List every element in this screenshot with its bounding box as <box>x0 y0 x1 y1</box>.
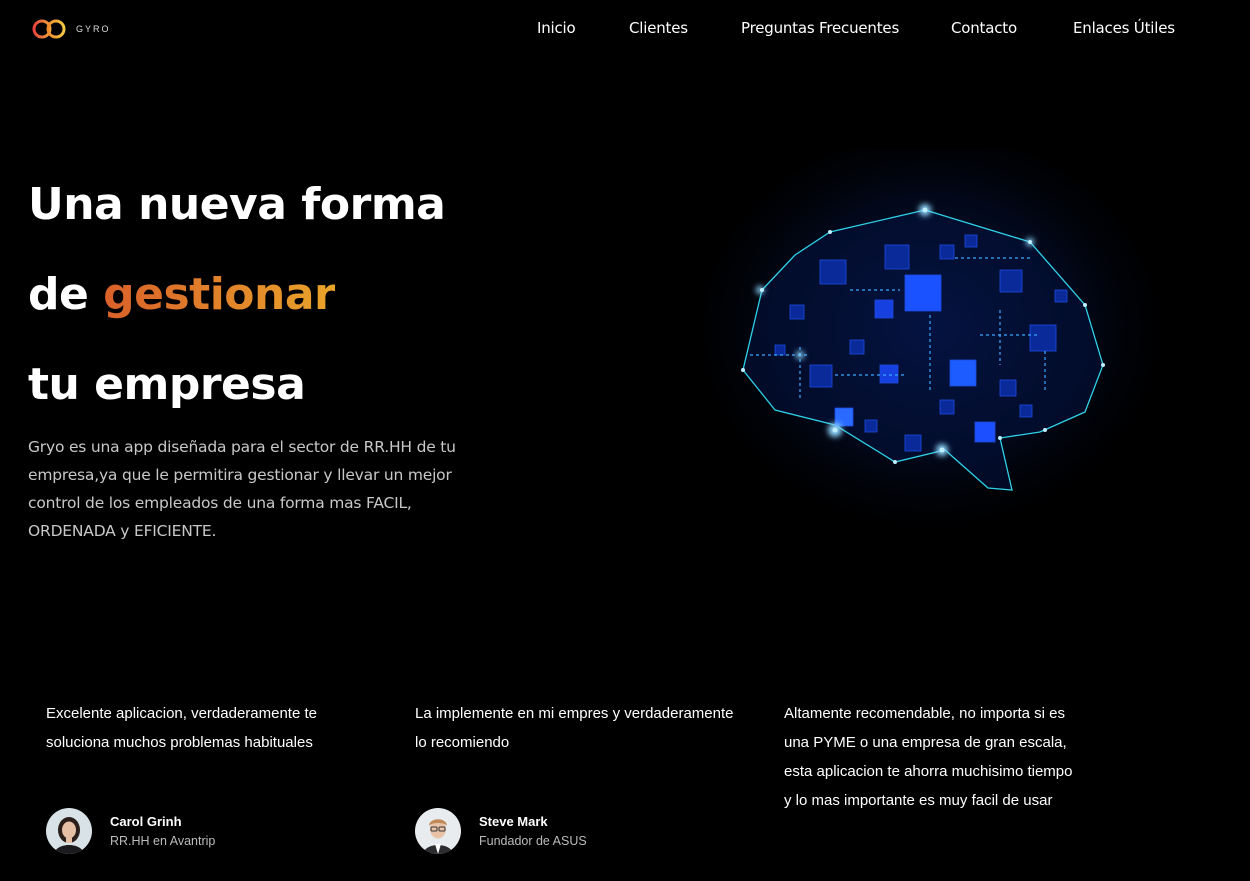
user-avatar-icon <box>46 808 92 854</box>
testimonial-quote: Excelente aplicacion, verdaderamente te … <box>46 705 317 751</box>
main-nav: Inicio Clientes Preguntas Frecuentes Con… <box>0 19 1250 39</box>
nav-link-inicio[interactable]: Inicio <box>537 19 576 37</box>
author-role: RR.HH en Avantrip <box>110 834 216 848</box>
hero-title-line-1: Una nueva forma <box>28 179 446 230</box>
testimonial-card-1: Excelente aplicacion, verdaderamente te … <box>46 699 366 757</box>
avatar <box>415 808 461 854</box>
nav-link-enlaces-utiles[interactable]: Enlaces Útiles <box>1073 19 1175 37</box>
hero-title-accent: gestionar <box>103 269 336 320</box>
avatar <box>46 808 92 854</box>
hero-title-line-2: de gestionar <box>28 250 445 340</box>
testimonial-card-2: La implemente en mi empres y verdaderame… <box>415 699 735 757</box>
user-avatar-icon <box>415 808 461 854</box>
testimonial-card-3: Altamente recomendable, no importa si es… <box>784 699 1076 815</box>
hero-title-prefix: de <box>28 269 104 320</box>
author-role: Fundador de ASUS <box>479 834 587 848</box>
circuit-brain-illustration-icon <box>700 150 1160 535</box>
nav-link-clientes[interactable]: Clientes <box>629 19 688 37</box>
hero-title: Una nueva forma de gestionar tu empresa <box>28 160 446 430</box>
testimonial-quote: Altamente recomendable, no importa si es… <box>784 705 1073 809</box>
testimonial-author-1: Carol Grinh RR.HH en Avantrip <box>46 808 215 854</box>
testimonial-author-2: Steve Mark Fundador de ASUS <box>415 808 587 854</box>
author-name: Carol Grinh <box>110 814 182 829</box>
author-name: Steve Mark <box>479 814 548 829</box>
nav-link-contacto[interactable]: Contacto <box>951 19 1017 37</box>
testimonial-quote: La implemente en mi empres y verdaderame… <box>415 705 734 751</box>
hero-description: Gryo es una app diseñada para el sector … <box>28 438 456 540</box>
nav-link-preguntas-frecuentes[interactable]: Preguntas Frecuentes <box>741 19 899 37</box>
hero-title-line-3: tu empresa <box>28 359 306 410</box>
